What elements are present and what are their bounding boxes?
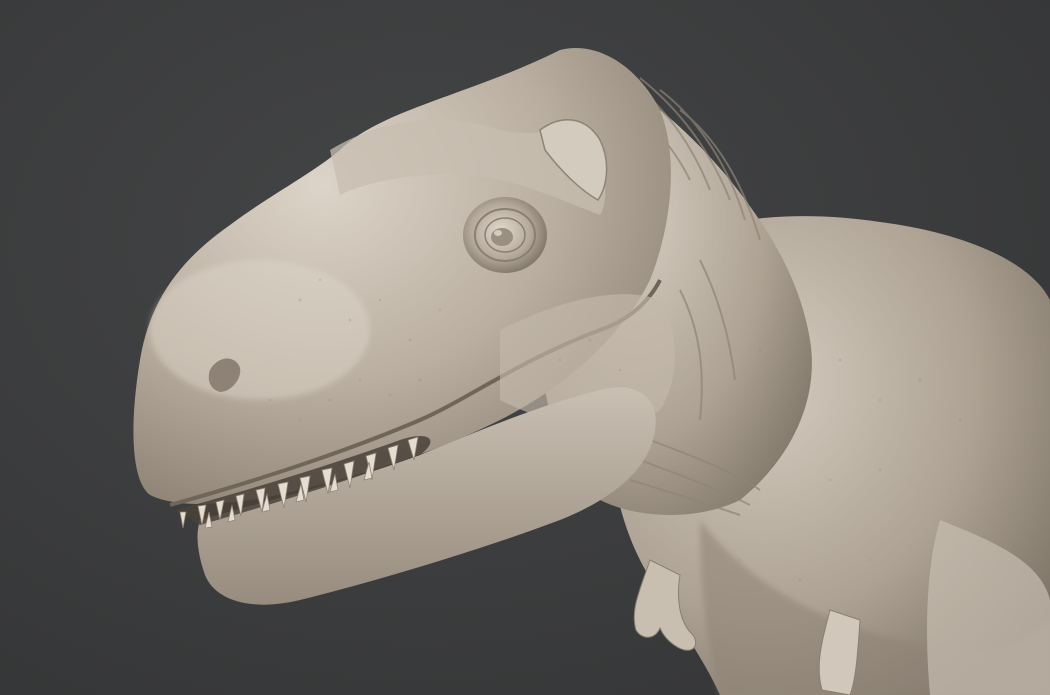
trex-sculpt-render	[133, 48, 1050, 695]
trex-eye	[463, 197, 547, 273]
sculpt-viewport[interactable]	[0, 0, 1050, 695]
